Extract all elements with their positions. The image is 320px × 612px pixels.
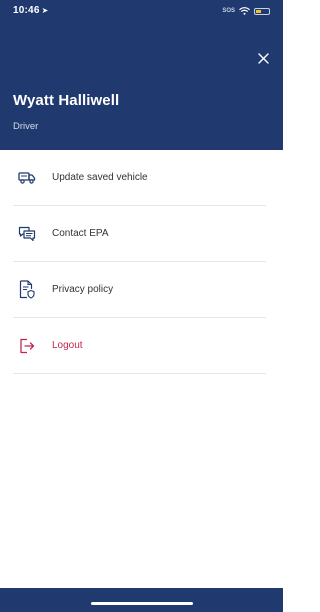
- status-icons: SOS: [222, 6, 270, 16]
- home-bar: [0, 588, 283, 612]
- home-indicator[interactable]: [91, 602, 193, 605]
- drawer-header: 10:46 ➤ SOS Wyatt Halliwell Driver: [0, 0, 283, 150]
- menu-item-label: Privacy policy: [52, 284, 114, 295]
- time-text: 10:46: [13, 5, 40, 16]
- menu-item-contact-epa[interactable]: Contact EPA: [13, 206, 266, 262]
- logout-icon: [17, 336, 37, 356]
- close-button[interactable]: [253, 48, 273, 68]
- status-time: 10:46 ➤: [13, 5, 48, 16]
- battery-icon: [254, 7, 270, 15]
- menu-item-update-saved-vehicle[interactable]: Update saved vehicle: [13, 150, 266, 206]
- location-arrow-icon: ➤: [41, 6, 49, 15]
- drawer-menu: Update saved vehicle Contact EPA Privacy…: [0, 150, 283, 374]
- close-icon: [257, 52, 269, 64]
- status-bar: 10:46 ➤ SOS: [0, 0, 283, 22]
- user-name: Wyatt Halliwell: [13, 92, 120, 109]
- document-shield-icon: [17, 280, 37, 300]
- chat-bubbles-icon: [17, 224, 37, 244]
- wifi-icon: [239, 2, 250, 20]
- menu-item-privacy-policy[interactable]: Privacy policy: [13, 262, 266, 318]
- menu-item-label: Update saved vehicle: [52, 172, 148, 183]
- menu-item-label: Logout: [52, 340, 83, 351]
- sos-label: SOS: [222, 8, 235, 14]
- user-role: Driver: [13, 121, 39, 132]
- menu-item-logout[interactable]: Logout: [13, 318, 266, 374]
- truck-icon: [17, 168, 37, 188]
- menu-item-label: Contact EPA: [52, 228, 109, 239]
